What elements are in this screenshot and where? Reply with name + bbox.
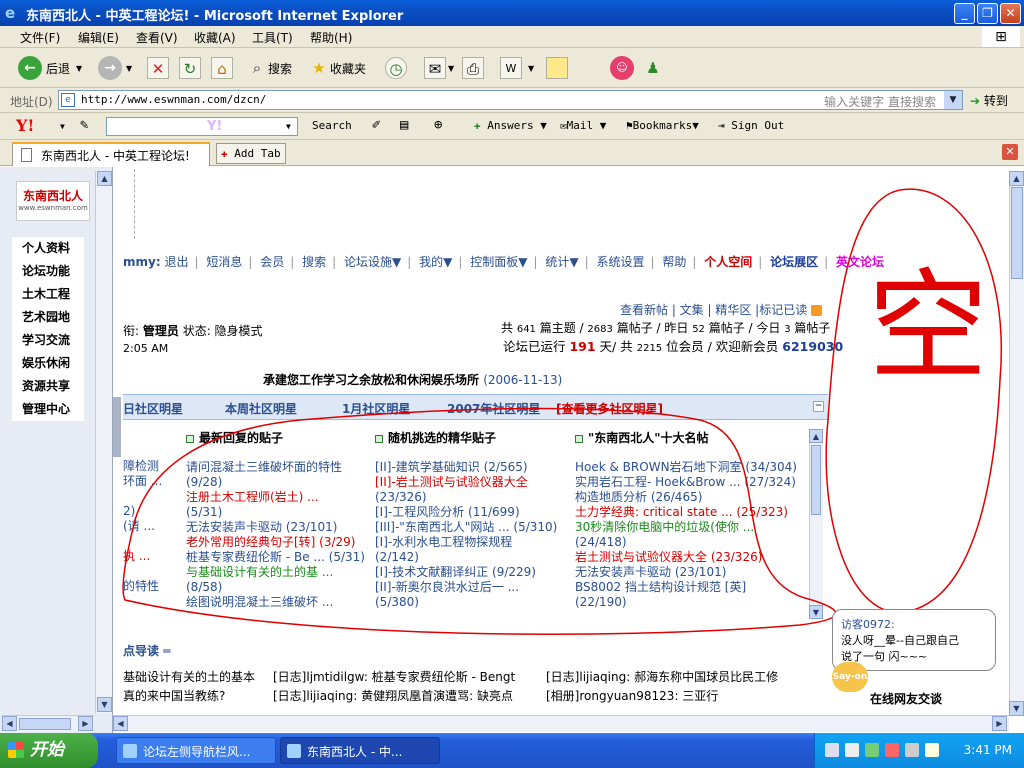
online-chat-link[interactable]: 在线网友交谈 bbox=[870, 690, 942, 707]
scroll-right-icon[interactable]: ▶ bbox=[992, 716, 1007, 731]
ie-icon bbox=[287, 744, 301, 758]
task-label: 论坛左侧导航栏风... bbox=[143, 745, 251, 759]
input-method-icon[interactable] bbox=[925, 743, 939, 757]
windows-flag-icon bbox=[8, 742, 24, 758]
sayon-logo[interactable]: Say-on bbox=[832, 662, 868, 692]
chat-message-line: 说了一句 闪~~~ bbox=[841, 650, 928, 663]
antivirus-icon[interactable] bbox=[885, 743, 899, 757]
task-label: 东南西北人 - 中... bbox=[307, 745, 403, 759]
annotation-character: 空 bbox=[868, 258, 988, 397]
window-icon bbox=[123, 744, 137, 758]
chat-author: 访客0972: bbox=[841, 618, 895, 631]
network-icon[interactable] bbox=[865, 743, 879, 757]
start-button[interactable]: 开始 bbox=[0, 733, 98, 768]
system-tray: 3:41 PM bbox=[814, 733, 1024, 768]
start-label: 开始 bbox=[30, 740, 64, 760]
help-icon[interactable] bbox=[845, 743, 859, 757]
keyboard-icon[interactable] bbox=[825, 743, 839, 757]
taskbar-item-1[interactable]: 论坛左侧导航栏风... bbox=[116, 737, 276, 764]
taskbar: 开始 论坛左侧导航栏风... 东南西北人 - 中... 3:41 PM bbox=[0, 733, 1024, 768]
annotation-loop-center bbox=[122, 407, 837, 635]
page-horizontal-scrollbar[interactable]: ◀ ▶ bbox=[113, 715, 1009, 732]
volume-icon[interactable] bbox=[905, 743, 919, 757]
taskbar-item-2[interactable]: 东南西北人 - 中... bbox=[280, 737, 440, 764]
chat-message-line: 没人呀__晕--自己跟自己 bbox=[841, 634, 959, 647]
clock: 3:41 PM bbox=[963, 743, 1012, 757]
scroll-left-icon[interactable]: ◀ bbox=[113, 716, 128, 731]
